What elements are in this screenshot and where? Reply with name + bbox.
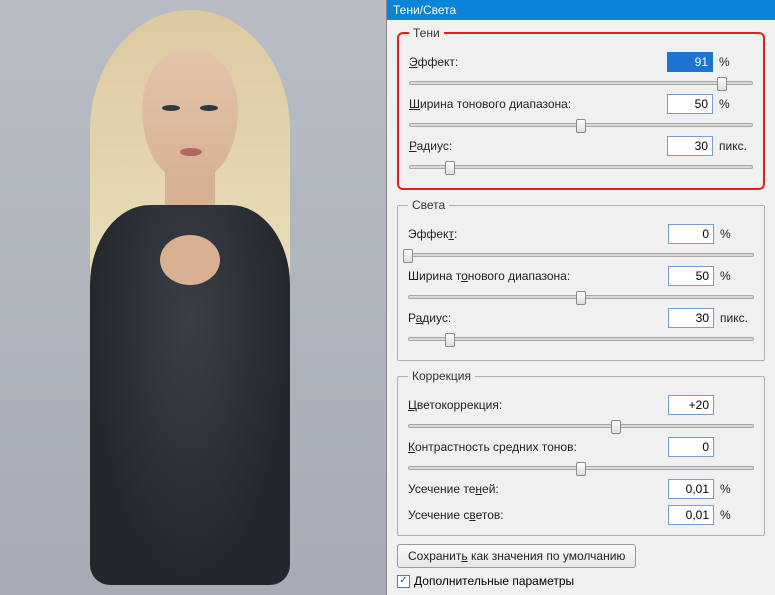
highlights-tonal-label: Ширина тонового диапазона:	[408, 269, 668, 283]
highlights-tonal-unit: %	[714, 269, 754, 283]
more-options-checkbox[interactable]: ✓	[397, 575, 410, 588]
white-clip-unit: %	[714, 508, 754, 522]
image-content	[70, 10, 310, 590]
shadows-tonal-input[interactable]	[667, 94, 713, 114]
black-clip-input[interactable]	[668, 479, 714, 499]
highlights-amount-input[interactable]	[668, 224, 714, 244]
highlights-amount-slider[interactable]	[408, 248, 754, 262]
highlights-tonal-input[interactable]	[668, 266, 714, 286]
shadows-tonal-label: Ширина тонового диапазона:	[409, 97, 667, 111]
midtone-contrast-slider[interactable]	[408, 461, 754, 475]
shadows-highlights-dialog: Тени/Света Тени Эффект: % Ширина тоновог…	[386, 0, 775, 595]
group-highlights: Света Эффект: % Ширина тонового диапазон…	[397, 198, 765, 361]
white-clip-input[interactable]	[668, 505, 714, 525]
highlights-amount-unit: %	[714, 227, 754, 241]
white-clip-label: Усечение светов:	[408, 508, 668, 522]
shadows-radius-label: Радиус:	[409, 139, 667, 153]
shadows-radius-slider[interactable]	[409, 160, 753, 174]
group-shadows-legend: Тени	[409, 26, 444, 40]
save-defaults-button[interactable]: Сохранить как значения по умолчанию	[397, 544, 636, 568]
shadows-amount-unit: %	[713, 55, 753, 69]
group-adjustments-legend: Коррекция	[408, 369, 475, 383]
highlights-tonal-slider[interactable]	[408, 290, 754, 304]
shadows-amount-slider[interactable]	[409, 76, 753, 90]
shadows-tonal-unit: %	[713, 97, 753, 111]
group-shadows: Тени Эффект: % Ширина тонового диапазона…	[397, 26, 765, 190]
shadows-radius-unit: пикс.	[713, 139, 753, 153]
shadows-amount-label: Эффект:	[409, 55, 667, 69]
color-correction-input[interactable]	[668, 395, 714, 415]
shadows-amount-input[interactable]	[667, 52, 713, 72]
highlights-radius-label: Радиус:	[408, 311, 668, 325]
shadows-tonal-slider[interactable]	[409, 118, 753, 132]
color-correction-label: Цветокоррекция:	[408, 398, 668, 412]
group-highlights-legend: Света	[408, 198, 449, 212]
more-options-label[interactable]: Дополнительные параметры	[414, 574, 574, 588]
dialog-title: Тени/Света	[387, 0, 775, 20]
midtone-contrast-input[interactable]	[668, 437, 714, 457]
highlights-amount-label: Эффект:	[408, 227, 668, 241]
shadows-radius-input[interactable]	[667, 136, 713, 156]
document-canvas	[0, 0, 386, 595]
black-clip-label: Усечение теней:	[408, 482, 668, 496]
highlights-radius-slider[interactable]	[408, 332, 754, 346]
highlights-radius-input[interactable]	[668, 308, 714, 328]
midtone-contrast-label: Контрастность средних тонов:	[408, 440, 668, 454]
group-adjustments: Коррекция Цветокоррекция: Контрастность …	[397, 369, 765, 536]
black-clip-unit: %	[714, 482, 754, 496]
highlights-radius-unit: пикс.	[714, 311, 754, 325]
color-correction-slider[interactable]	[408, 419, 754, 433]
